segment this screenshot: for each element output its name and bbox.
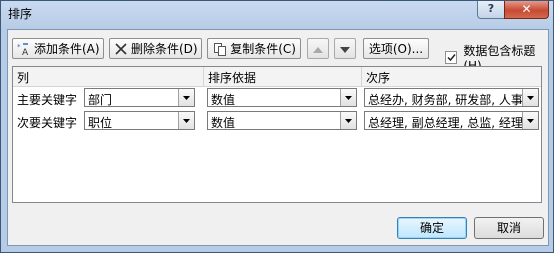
- dialog-title: 排序: [8, 7, 33, 21]
- table-row[interactable]: 主要关键字 部门 数值 总经办, 财务部, 研发部, 人事部, 行政部: [13, 88, 541, 110]
- sort-on-select[interactable]: 数值: [207, 111, 357, 130]
- triangle-up-icon: [313, 42, 323, 56]
- header-sort-on: 排序依据: [208, 71, 257, 85]
- dropdown-arrow-icon[interactable]: [340, 89, 356, 106]
- header-divider: [203, 67, 204, 86]
- sort-levels-grid: 列 排序依据 次序 主要关键字 部门 数值 总经办, 财务部, 研发部, 人事部…: [12, 66, 542, 203]
- options-button[interactable]: 选项(O)...: [363, 38, 429, 59]
- copy-icon: [212, 41, 227, 57]
- delete-x-icon: [114, 41, 128, 57]
- column-value: 部门: [88, 93, 113, 107]
- triangle-down-icon: [340, 42, 350, 56]
- delete-level-label: 删除条件(D): [131, 42, 198, 56]
- svg-text:*: *: [17, 43, 21, 51]
- help-button[interactable]: ?: [477, 1, 505, 19]
- check-mark-icon: [447, 54, 456, 62]
- header-order: 次序: [366, 71, 391, 85]
- dropdown-arrow-icon[interactable]: [522, 112, 538, 129]
- add-level-icon: * A: [17, 41, 31, 57]
- column-select[interactable]: 职位: [84, 111, 195, 130]
- sort-dialog: 排序 ? ✕ * A 添加条件(A) 删除条件(D) 复制条件(C) 选项(O)…: [0, 0, 554, 253]
- order-select[interactable]: 总经办, 财务部, 研发部, 人事部, 行政部: [364, 88, 539, 107]
- column-value: 职位: [88, 116, 113, 130]
- close-button[interactable]: ✕: [504, 1, 549, 19]
- dropdown-arrow-icon[interactable]: [178, 112, 194, 129]
- table-row[interactable]: 次要关键字 职位 数值 总经理, 副总经理, 总监, 经理, 职员: [13, 111, 541, 133]
- move-up-button[interactable]: [307, 38, 329, 59]
- ok-button[interactable]: 确定: [397, 217, 467, 239]
- header-divider: [361, 67, 362, 86]
- title-bar[interactable]: 排序 ? ✕: [1, 1, 553, 23]
- delete-level-button[interactable]: 删除条件(D): [109, 38, 202, 59]
- svg-text:A: A: [22, 48, 29, 56]
- cancel-button[interactable]: 取消: [474, 217, 544, 239]
- header-column: 列: [17, 71, 30, 85]
- add-level-label: 添加条件(A): [34, 42, 100, 56]
- order-value: 总经理, 副总经理, 总监, 经理, 职员: [368, 116, 539, 130]
- dropdown-arrow-icon[interactable]: [522, 89, 538, 106]
- order-value: 总经办, 财务部, 研发部, 人事部, 行政部: [368, 93, 539, 107]
- dropdown-arrow-icon[interactable]: [340, 112, 356, 129]
- move-down-button[interactable]: [334, 38, 356, 59]
- checkbox-box[interactable]: [445, 51, 458, 64]
- sort-on-value: 数值: [211, 116, 236, 130]
- copy-level-label: 复制条件(C): [230, 42, 296, 56]
- sort-on-select[interactable]: 数值: [207, 88, 357, 107]
- copy-level-button[interactable]: 复制条件(C): [207, 38, 301, 59]
- sort-on-value: 数值: [211, 93, 236, 107]
- order-select[interactable]: 总经理, 副总经理, 总监, 经理, 职员: [364, 111, 539, 130]
- column-select[interactable]: 部门: [84, 88, 195, 107]
- grid-header: 列 排序依据 次序: [13, 67, 541, 87]
- add-level-button[interactable]: * A 添加条件(A): [12, 38, 104, 59]
- dialog-body: * A 添加条件(A) 删除条件(D) 复制条件(C) 选项(O)... 数据包…: [7, 29, 549, 246]
- row-label: 主要关键字: [17, 93, 78, 107]
- dropdown-arrow-icon[interactable]: [178, 89, 194, 106]
- row-label: 次要关键字: [17, 116, 78, 130]
- options-label: 选项(O)...: [368, 42, 424, 56]
